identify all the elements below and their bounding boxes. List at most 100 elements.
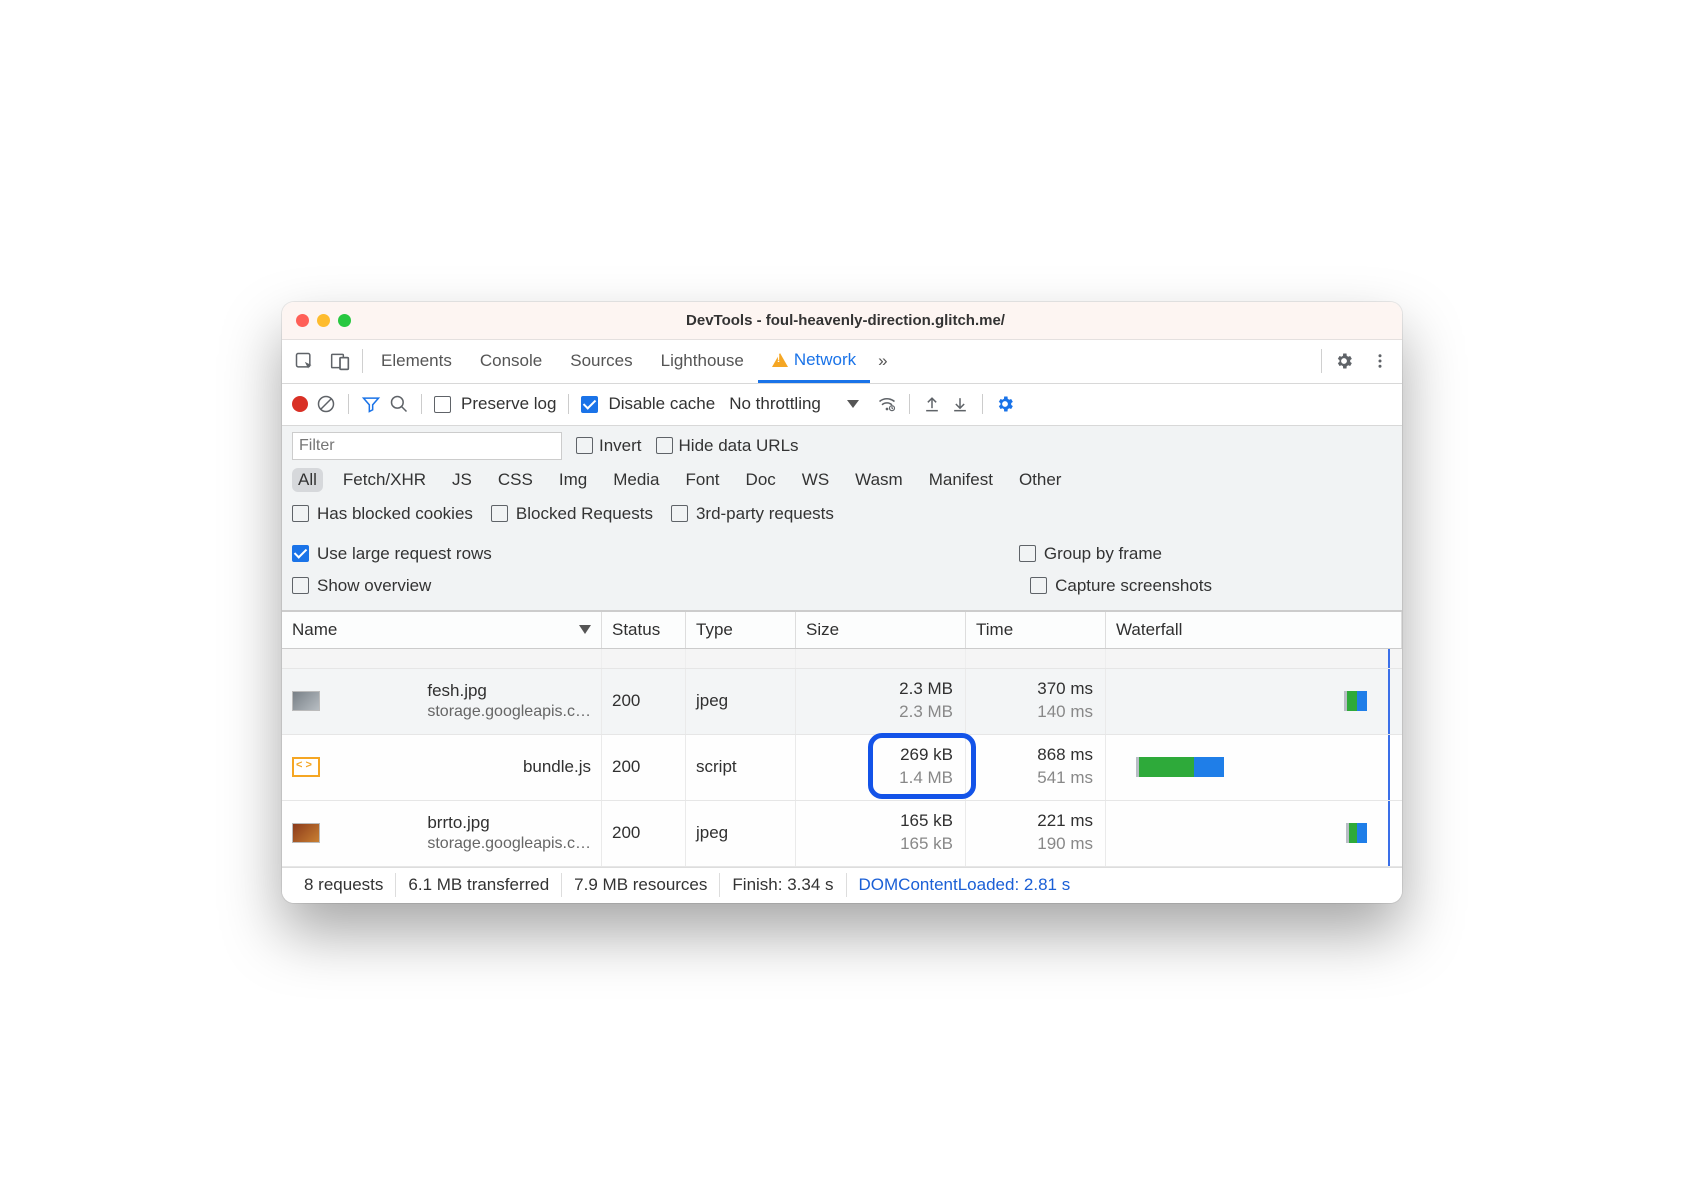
chevron-down-icon	[847, 400, 859, 408]
divider	[362, 349, 363, 373]
show-overview-checkbox[interactable]: Show overview	[292, 576, 431, 596]
preserve-log-checkbox[interactable]: Preserve log	[434, 394, 556, 414]
record-button[interactable]	[292, 396, 308, 412]
blocked-requests-checkbox[interactable]: Blocked Requests	[491, 504, 653, 524]
settings-icon[interactable]	[1326, 343, 1362, 379]
size-cell: 269 kB1.4 MB	[796, 735, 966, 800]
inspect-element-icon[interactable]	[286, 343, 322, 379]
tab-label: Elements	[381, 351, 452, 371]
device-toolbar-icon[interactable]	[322, 343, 358, 379]
table-row[interactable]: bundle.js200script269 kB1.4 MB868 ms541 …	[282, 735, 1402, 801]
column-name[interactable]: Name	[282, 612, 602, 648]
divider	[421, 394, 422, 414]
filter-icon[interactable]	[361, 394, 381, 414]
download-har-icon[interactable]	[950, 394, 970, 414]
type-chip-img[interactable]: Img	[553, 468, 593, 492]
label: Blocked Requests	[516, 504, 653, 524]
status-finish: Finish: 3.34 s	[720, 873, 846, 898]
type-chip-other[interactable]: Other	[1013, 468, 1068, 492]
status-cell: 200	[602, 801, 686, 866]
waterfall-cell	[1106, 669, 1402, 734]
tab-label: Sources	[570, 351, 632, 371]
label: Show overview	[317, 576, 431, 596]
tab-elements[interactable]: Elements	[367, 340, 466, 383]
status-resources: 7.9 MB resources	[562, 873, 720, 898]
waterfall-cell	[1106, 735, 1402, 800]
tab-sources[interactable]: Sources	[556, 340, 646, 383]
label: Preserve log	[461, 394, 556, 414]
hide-data-urls-checkbox[interactable]: Hide data URLs	[656, 436, 799, 456]
disable-cache-checkbox[interactable]: Disable cache	[581, 394, 715, 414]
file-thumbnail	[292, 823, 320, 843]
type-chip-all[interactable]: All	[292, 468, 323, 492]
options-row-2: Use large request rows Group by frame	[282, 530, 1402, 570]
status-requests: 8 requests	[292, 873, 396, 898]
file-thumbnail	[292, 691, 320, 711]
tab-label: Console	[480, 351, 542, 371]
type-cell: jpeg	[686, 669, 796, 734]
upload-har-icon[interactable]	[922, 394, 942, 414]
type-cell: jpeg	[686, 801, 796, 866]
more-tabs-button[interactable]: »	[870, 340, 895, 383]
third-party-checkbox[interactable]: 3rd-party requests	[671, 504, 834, 524]
select-value: No throttling	[729, 394, 821, 414]
group-by-frame-checkbox[interactable]: Group by frame	[1019, 544, 1392, 564]
divider	[909, 394, 910, 414]
tab-network[interactable]: Network	[758, 340, 870, 383]
resource-name: brrto.jpg	[427, 812, 591, 833]
type-chip-ws[interactable]: WS	[796, 468, 835, 492]
column-type[interactable]: Type	[686, 612, 796, 648]
network-conditions-icon[interactable]	[877, 394, 897, 414]
type-chip-doc[interactable]: Doc	[740, 468, 782, 492]
type-chip-js[interactable]: JS	[446, 468, 478, 492]
options-row-3: Show overview Capture screenshots	[282, 570, 1402, 611]
titlebar: DevTools - foul-heavenly-direction.glitc…	[282, 302, 1402, 340]
waterfall-bar	[1136, 757, 1224, 777]
column-time[interactable]: Time	[966, 612, 1106, 648]
type-chip-fetch[interactable]: Fetch/XHR	[337, 468, 432, 492]
tab-console[interactable]: Console	[466, 340, 556, 383]
time-marker	[1388, 735, 1390, 800]
type-chip-manifest[interactable]: Manifest	[923, 468, 999, 492]
waterfall-bar	[1344, 691, 1367, 711]
large-rows-checkbox[interactable]: Use large request rows	[292, 544, 492, 564]
time-cell: 370 ms140 ms	[966, 669, 1106, 734]
label: Has blocked cookies	[317, 504, 473, 524]
devtools-window: DevTools - foul-heavenly-direction.glitc…	[282, 302, 1402, 903]
network-settings-icon[interactable]	[995, 394, 1015, 414]
divider	[348, 394, 349, 414]
panel-tabs: Elements Console Sources Lighthouse Netw…	[282, 340, 1402, 384]
clear-icon[interactable]	[316, 394, 336, 414]
column-status[interactable]: Status	[602, 612, 686, 648]
invert-checkbox[interactable]: Invert	[576, 436, 642, 456]
type-chip-wasm[interactable]: Wasm	[849, 468, 909, 492]
label: Hide data URLs	[679, 436, 799, 456]
status-cell: 200	[602, 735, 686, 800]
time-marker	[1388, 801, 1390, 866]
table-row[interactable]: fesh.jpgstorage.googleapis.c…200jpeg2.3 …	[282, 669, 1402, 735]
tab-lighthouse[interactable]: Lighthouse	[647, 340, 758, 383]
label: 3rd-party requests	[696, 504, 834, 524]
warning-icon	[772, 353, 788, 367]
type-chip-font[interactable]: Font	[680, 468, 726, 492]
type-chip-media[interactable]: Media	[607, 468, 665, 492]
filter-input[interactable]	[292, 432, 562, 460]
column-waterfall[interactable]: Waterfall	[1106, 612, 1402, 648]
resource-origin: storage.googleapis.c…	[427, 702, 591, 722]
network-toolbar: Preserve log Disable cache No throttling	[282, 384, 1402, 426]
table-row[interactable]: brrto.jpgstorage.googleapis.c…200jpeg165…	[282, 801, 1402, 867]
more-menu-icon[interactable]	[1362, 343, 1398, 379]
search-icon[interactable]	[389, 394, 409, 414]
capture-screenshots-checkbox[interactable]: Capture screenshots	[1030, 576, 1392, 596]
resource-origin: storage.googleapis.c…	[427, 834, 591, 854]
throttling-select[interactable]: No throttling	[729, 394, 859, 414]
waterfall-cell	[1106, 801, 1402, 866]
resource-name: bundle.js	[523, 756, 591, 777]
column-size[interactable]: Size	[796, 612, 966, 648]
status-domcontentloaded: DOMContentLoaded: 2.81 s	[847, 873, 1083, 898]
status-cell: 200	[602, 669, 686, 734]
request-table-body: fesh.jpgstorage.googleapis.c…200jpeg2.3 …	[282, 649, 1402, 867]
has-blocked-cookies-checkbox[interactable]: Has blocked cookies	[292, 504, 473, 524]
type-chip-css[interactable]: CSS	[492, 468, 539, 492]
label: Use large request rows	[317, 544, 492, 564]
